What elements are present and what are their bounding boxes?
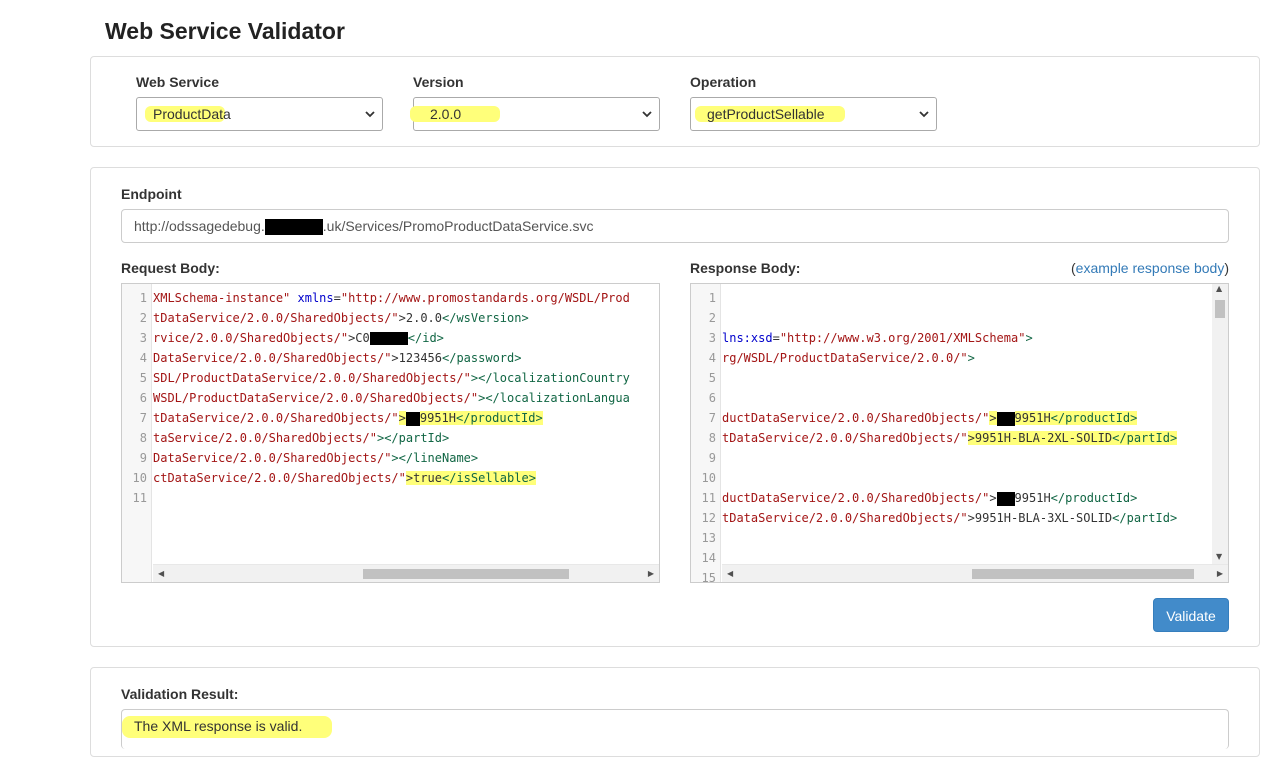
validate-button[interactable]: Validate [1153, 598, 1229, 632]
request-body-label: Request Body: [121, 260, 220, 276]
code-line: DataService/2.0.0/SharedObjects/"></line… [153, 451, 479, 465]
validation-result-text: The XML response is valid. [134, 718, 303, 734]
line-gutter: 1 2 3 4 5 6 7 8 9 10 11 12 13 14 15 [691, 284, 721, 582]
scroll-left-icon[interactable]: ◀ [158, 565, 164, 582]
scrollbar-thumb[interactable] [1215, 300, 1225, 318]
version-value: 2.0.0 [430, 106, 462, 122]
operation-select[interactable]: getProductSellable [690, 97, 937, 131]
code-line: DataService/2.0.0/SharedObjects/">123456… [153, 351, 522, 365]
code-line: lns:xsd="http://www.w3.org/2001/XMLSchem… [722, 331, 1033, 345]
main-panel: Endpoint http://odssagedebug. .uk/Service… [90, 167, 1260, 647]
scroll-right-icon[interactable]: ▶ [1217, 565, 1223, 582]
code-line: ctDataService/2.0.0/SharedObjects/">true… [153, 471, 536, 485]
selector-panel: Web Service ProductData Version 2.0.0 Op… [90, 56, 1260, 147]
code-line: tDataService/2.0.0/SharedObjects/">9951H… [722, 511, 1178, 525]
line-number: 12 [701, 511, 716, 525]
code-line: WSDL/ProductDataService/2.0.0/SharedObje… [153, 391, 630, 405]
example-response-link[interactable]: example response body [1076, 260, 1225, 276]
line-number: 5 [708, 371, 716, 385]
web-service-value: ProductData [153, 106, 231, 122]
page-title: Web Service Validator [105, 18, 345, 44]
result-panel: Validation Result: The XML response is v… [90, 667, 1260, 757]
line-number: 1 [708, 291, 716, 305]
redacted-block [369, 332, 408, 345]
code-line: XMLSchema-instance" xmlns="http://www.pr… [153, 291, 630, 305]
chevron-down-icon [642, 111, 652, 118]
line-number: 13 [701, 531, 716, 545]
endpoint-suffix: .uk/Services/PromoProductDataService.svc [322, 218, 594, 234]
line-number: 1 [139, 291, 147, 305]
line-number: 3 [708, 331, 716, 345]
redacted-block [996, 491, 1015, 506]
request-code-area: XMLSchema-instance" xmlns="http://www.pr… [153, 284, 659, 564]
code-line: taService/2.0.0/SharedObjects/"></partId… [153, 431, 450, 445]
line-gutter: 1 2 3 4 5 6 7 8 9 10 11 [122, 284, 152, 582]
endpoint-input[interactable]: http://odssagedebug. .uk/Services/PromoPr… [121, 209, 1229, 243]
line-number: 5 [139, 371, 147, 385]
redacted-block [996, 411, 1015, 426]
line-number: 3 [139, 331, 147, 345]
line-number: 10 [132, 471, 147, 485]
code-line: tDataService/2.0.0/SharedObjects/">9951H… [153, 411, 543, 426]
horizontal-scrollbar[interactable]: ◀ ▶ [153, 564, 659, 582]
operation-label: Operation [690, 74, 757, 90]
operation-value: getProductSellable [707, 106, 825, 122]
code-line: SDL/ProductDataService/2.0.0/SharedObjec… [153, 371, 630, 385]
line-number: 8 [708, 431, 716, 445]
vertical-scrollbar[interactable]: ▲ ▼ [1212, 284, 1228, 564]
line-number: 15 [701, 571, 716, 583]
line-number: 8 [139, 431, 147, 445]
version-label: Version [413, 74, 464, 90]
line-number: 6 [708, 391, 716, 405]
validation-result-box: The XML response is valid. [121, 709, 1229, 749]
chevron-down-icon [365, 111, 375, 118]
endpoint-prefix: http://odssagedebug. [134, 218, 265, 234]
horizontal-scrollbar[interactable]: ◀ ▶ [722, 564, 1228, 582]
line-number: 14 [701, 551, 716, 565]
scroll-up-icon[interactable]: ▲ [1216, 284, 1222, 298]
code-line: rg/WSDL/ProductDataService/2.0.0/"> [722, 351, 975, 365]
code-line: tDataService/2.0.0/SharedObjects/">9951H… [722, 431, 1178, 445]
paren-close: ) [1224, 260, 1229, 276]
line-number: 9 [708, 451, 716, 465]
line-number: 4 [708, 351, 716, 365]
response-body-editor[interactable]: 1 2 3 4 5 6 7 8 9 10 11 12 13 14 15 lns:… [690, 283, 1229, 583]
redacted-block [405, 411, 420, 426]
chevron-down-icon [919, 111, 929, 118]
scroll-left-icon[interactable]: ◀ [727, 565, 733, 582]
line-number: 6 [139, 391, 147, 405]
line-number: 4 [139, 351, 147, 365]
code-line: ductDataService/2.0.0/SharedObjects/"> 99… [722, 491, 1138, 506]
line-number: 11 [701, 491, 716, 505]
line-number: 7 [139, 411, 147, 425]
scrollbar-thumb[interactable] [972, 569, 1194, 579]
code-line: ductDataService/2.0.0/SharedObjects/"> 99… [722, 411, 1138, 426]
code-line: rvice/2.0.0/SharedObjects/">C0 </id> [153, 331, 444, 345]
line-number: 2 [139, 311, 147, 325]
line-number: 7 [708, 411, 716, 425]
request-body-editor[interactable]: 1 2 3 4 5 6 7 8 9 10 11 XMLSchema-instan… [121, 283, 660, 583]
line-number: 9 [139, 451, 147, 465]
line-number: 10 [701, 471, 716, 485]
example-response-link-wrap: (example response body) [1071, 260, 1229, 276]
response-code-area: lns:xsd="http://www.w3.org/2001/XMLSchem… [722, 284, 1212, 564]
web-service-label: Web Service [136, 74, 220, 90]
endpoint-label: Endpoint [121, 186, 182, 202]
scrollbar-thumb[interactable] [363, 569, 569, 579]
line-number: 2 [708, 311, 716, 325]
response-body-label: Response Body: [690, 260, 801, 276]
scroll-right-icon[interactable]: ▶ [648, 565, 654, 582]
line-number: 11 [132, 491, 147, 505]
validation-result-label: Validation Result: [121, 686, 239, 702]
version-select[interactable]: 2.0.0 [410, 97, 660, 131]
redacted-block [264, 219, 323, 236]
code-line: tDataService/2.0.0/SharedObjects/">2.0.0… [153, 311, 529, 325]
web-service-select[interactable]: ProductData [136, 97, 383, 131]
